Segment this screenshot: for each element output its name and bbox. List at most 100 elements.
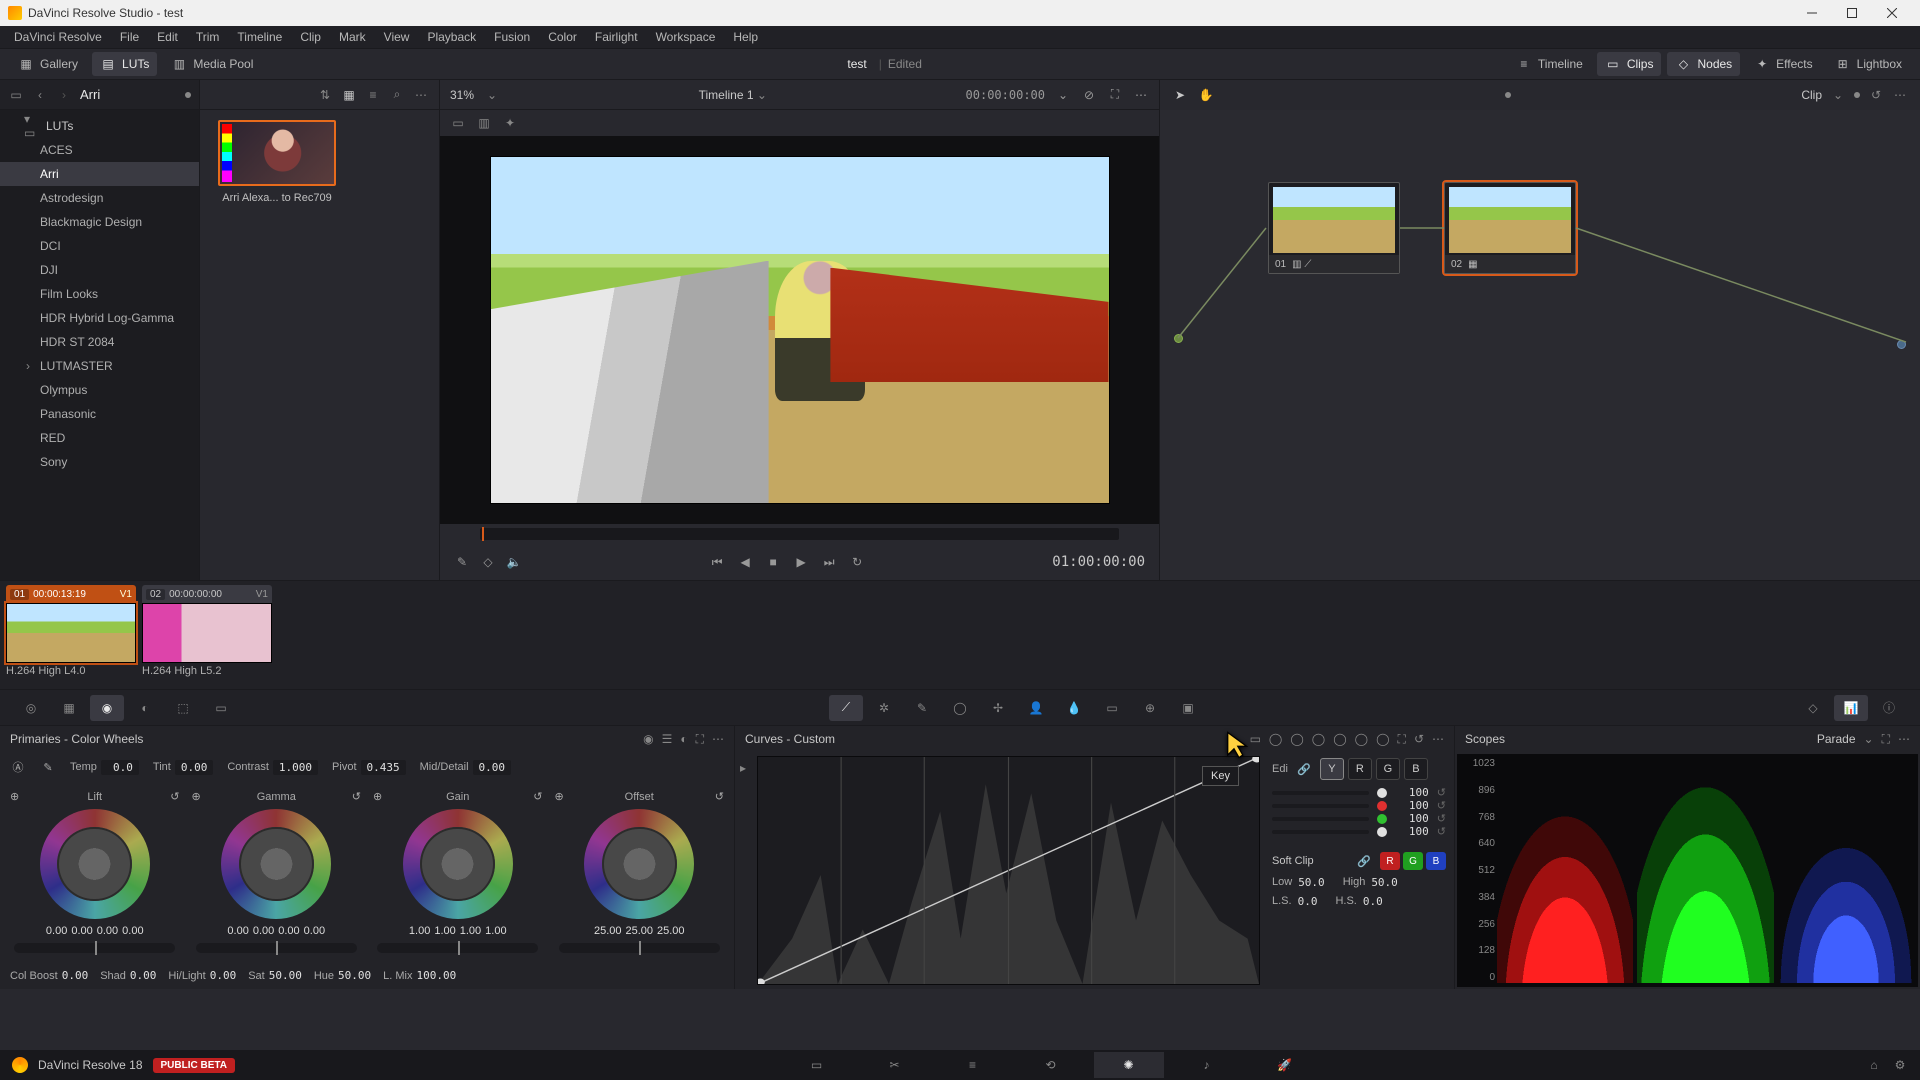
- nav-back-icon[interactable]: ‹: [32, 87, 48, 103]
- curve-intensity-slider[interactable]: 100↺: [1272, 812, 1446, 825]
- mediapool-toggle[interactable]: ▥Media Pool: [163, 52, 261, 76]
- menu-file[interactable]: File: [112, 28, 147, 46]
- expand-icon[interactable]: ⛶: [696, 732, 704, 747]
- curve-intensity-slider[interactable]: 100↺: [1272, 786, 1446, 799]
- search-icon[interactable]: ⌕: [389, 87, 405, 103]
- node-mode-select[interactable]: Clip: [1801, 88, 1822, 102]
- picker-icon[interactable]: ✎: [454, 554, 470, 570]
- luts-folder-arri[interactable]: Arri: [0, 162, 199, 186]
- clips-toggle[interactable]: ▭Clips: [1597, 52, 1662, 76]
- channel-y-button[interactable]: Y: [1320, 758, 1344, 780]
- softclip-hs-value[interactable]: 0.0: [1363, 895, 1383, 908]
- image-wipe-icon[interactable]: ▭: [450, 115, 466, 131]
- page-fairlight[interactable]: ♪: [1172, 1052, 1242, 1078]
- drawer-icon[interactable]: ▭: [8, 87, 24, 103]
- custom-curve-icon[interactable]: ▭: [1250, 732, 1261, 746]
- page-deliver[interactable]: 🚀: [1250, 1052, 1320, 1078]
- expand-icon[interactable]: ⛶: [1882, 732, 1890, 747]
- curve-intensity-slider[interactable]: 100↺: [1272, 825, 1446, 838]
- mute-icon[interactable]: 🔈: [506, 554, 522, 570]
- luts-folder-blackmagic-design[interactable]: Blackmagic Design: [0, 210, 199, 234]
- menu-help[interactable]: Help: [725, 28, 766, 46]
- luts-folder-olympus[interactable]: Olympus: [0, 378, 199, 402]
- hand-icon[interactable]: ✋: [1198, 87, 1214, 103]
- split-icon[interactable]: ▥: [476, 115, 492, 131]
- curves-icon[interactable]: ⟋: [829, 695, 863, 721]
- chevron-down-icon[interactable]: ⌄: [1830, 87, 1846, 103]
- luts-folder-hdr-st-2084[interactable]: HDR ST 2084: [0, 330, 199, 354]
- menu-clip[interactable]: Clip: [292, 28, 329, 46]
- luts-folder-film-looks[interactable]: Film Looks: [0, 282, 199, 306]
- play-timecode[interactable]: 01:00:00:00: [1052, 554, 1145, 570]
- curve-canvas[interactable]: [757, 756, 1260, 985]
- loop-icon[interactable]: ↻: [849, 554, 865, 570]
- node-02[interactable]: 02▦: [1444, 182, 1576, 274]
- luts-root-folder[interactable]: ▾ ▭LUTs: [0, 114, 199, 138]
- highlight-icon[interactable]: ✦: [502, 115, 518, 131]
- softclip-r-chip[interactable]: R: [1380, 852, 1400, 870]
- bars-mode-icon[interactable]: ☰: [662, 732, 673, 746]
- lut-thumbnail[interactable]: Arri Alexa... to Rec709: [218, 120, 336, 570]
- scope-mode-select[interactable]: Parade: [1817, 732, 1856, 746]
- hue-value[interactable]: 50.00: [338, 969, 371, 982]
- viewer-canvas[interactable]: [440, 136, 1159, 524]
- luts-folder-aces[interactable]: ACES: [0, 138, 199, 162]
- timeline-toggle[interactable]: ≡Timeline: [1508, 52, 1591, 76]
- luts-folder-lutmaster[interactable]: LUTMASTER: [0, 354, 199, 378]
- page-color[interactable]: ✺: [1094, 1052, 1164, 1078]
- qualifier-icon[interactable]: ✎: [905, 695, 939, 721]
- luts-folder-hdr-hybrid-log-gamma[interactable]: HDR Hybrid Log-Gamma: [0, 306, 199, 330]
- luts-toggle[interactable]: ▤LUTs: [92, 52, 157, 76]
- sat-vs-sat-icon[interactable]: ◯: [1355, 732, 1368, 746]
- luts-folder-astrodesign[interactable]: Astrodesign: [0, 186, 199, 210]
- timeline-name[interactable]: Timeline 1: [699, 88, 754, 102]
- window-icon[interactable]: ◯: [943, 695, 977, 721]
- log-mode-icon[interactable]: ◐: [680, 732, 687, 746]
- menu-trim[interactable]: Trim: [188, 28, 228, 46]
- color-match-icon[interactable]: ▦: [52, 695, 86, 721]
- histogram-toggle-icon[interactable]: ▸: [735, 760, 751, 776]
- menu-fairlight[interactable]: Fairlight: [587, 28, 646, 46]
- nodes-toggle[interactable]: ◇Nodes: [1667, 52, 1740, 76]
- chevron-down-icon[interactable]: ⌄: [1864, 732, 1874, 746]
- sort-icon[interactable]: ⇅: [317, 87, 333, 103]
- sat-value[interactable]: 50.00: [269, 969, 302, 982]
- options-icon[interactable]: ⋯: [712, 732, 724, 746]
- stop-icon[interactable]: ■: [765, 554, 781, 570]
- options-icon[interactable]: ⋯: [1898, 732, 1910, 746]
- colboost-value[interactable]: 0.00: [62, 969, 89, 982]
- options-icon[interactable]: ⋯: [1133, 87, 1149, 103]
- tracker-icon[interactable]: ✢: [981, 695, 1015, 721]
- luts-folder-panasonic[interactable]: Panasonic: [0, 402, 199, 426]
- luts-tree[interactable]: ▾ ▭LUTs ACESArriAstrodesignBlackmagic De…: [0, 110, 199, 580]
- node-graph[interactable]: 01▥ ⟋ 02▦: [1160, 110, 1920, 580]
- picker-icon[interactable]: ✎: [40, 759, 56, 775]
- channel-g-button[interactable]: G: [1376, 758, 1400, 780]
- link-icon[interactable]: 🔗: [1356, 853, 1372, 869]
- softclip-low-value[interactable]: 50.0: [1298, 876, 1325, 889]
- gallery-toggle[interactable]: ▦Gallery: [10, 52, 86, 76]
- luts-folder-dji[interactable]: DJI: [0, 258, 199, 282]
- thumbnail-timeline[interactable]: 0100:00:13:19V1H.264 High L4.00200:00:00…: [0, 580, 1920, 690]
- curve-intensity-slider[interactable]: 100↺: [1272, 799, 1446, 812]
- unmix-icon[interactable]: ◇: [480, 554, 496, 570]
- wheel-lift[interactable]: ⊕Lift↺0.00 0.00 0.00 0.00: [6, 786, 184, 957]
- hue-vs-lum-icon[interactable]: ◯: [1312, 732, 1325, 746]
- window-close-button[interactable]: [1872, 0, 1912, 26]
- reset-icon[interactable]: ↺: [1414, 732, 1424, 746]
- softclip-g-chip[interactable]: G: [1403, 852, 1423, 870]
- menu-fusion[interactable]: Fusion: [486, 28, 538, 46]
- node-01[interactable]: 01▥ ⟋: [1268, 182, 1400, 274]
- play-icon[interactable]: ▶: [793, 554, 809, 570]
- keyframe-icon[interactable]: ◇: [1796, 695, 1830, 721]
- camera-raw-icon[interactable]: ◎: [14, 695, 48, 721]
- viewer-zoom[interactable]: 31%: [450, 88, 474, 102]
- chevron-down-icon[interactable]: ⌄: [1055, 87, 1071, 103]
- menu-color[interactable]: Color: [540, 28, 585, 46]
- pointer-icon[interactable]: ➤: [1172, 87, 1188, 103]
- page-edit[interactable]: ≡: [938, 1052, 1008, 1078]
- last-frame-icon[interactable]: ⏭: [821, 554, 837, 570]
- wheel-gamma[interactable]: ⊕Gamma↺0.00 0.00 0.00 0.00: [188, 786, 366, 957]
- pivot-value[interactable]: 0.435: [361, 760, 406, 775]
- hue-vs-sat-icon[interactable]: ◯: [1290, 732, 1303, 746]
